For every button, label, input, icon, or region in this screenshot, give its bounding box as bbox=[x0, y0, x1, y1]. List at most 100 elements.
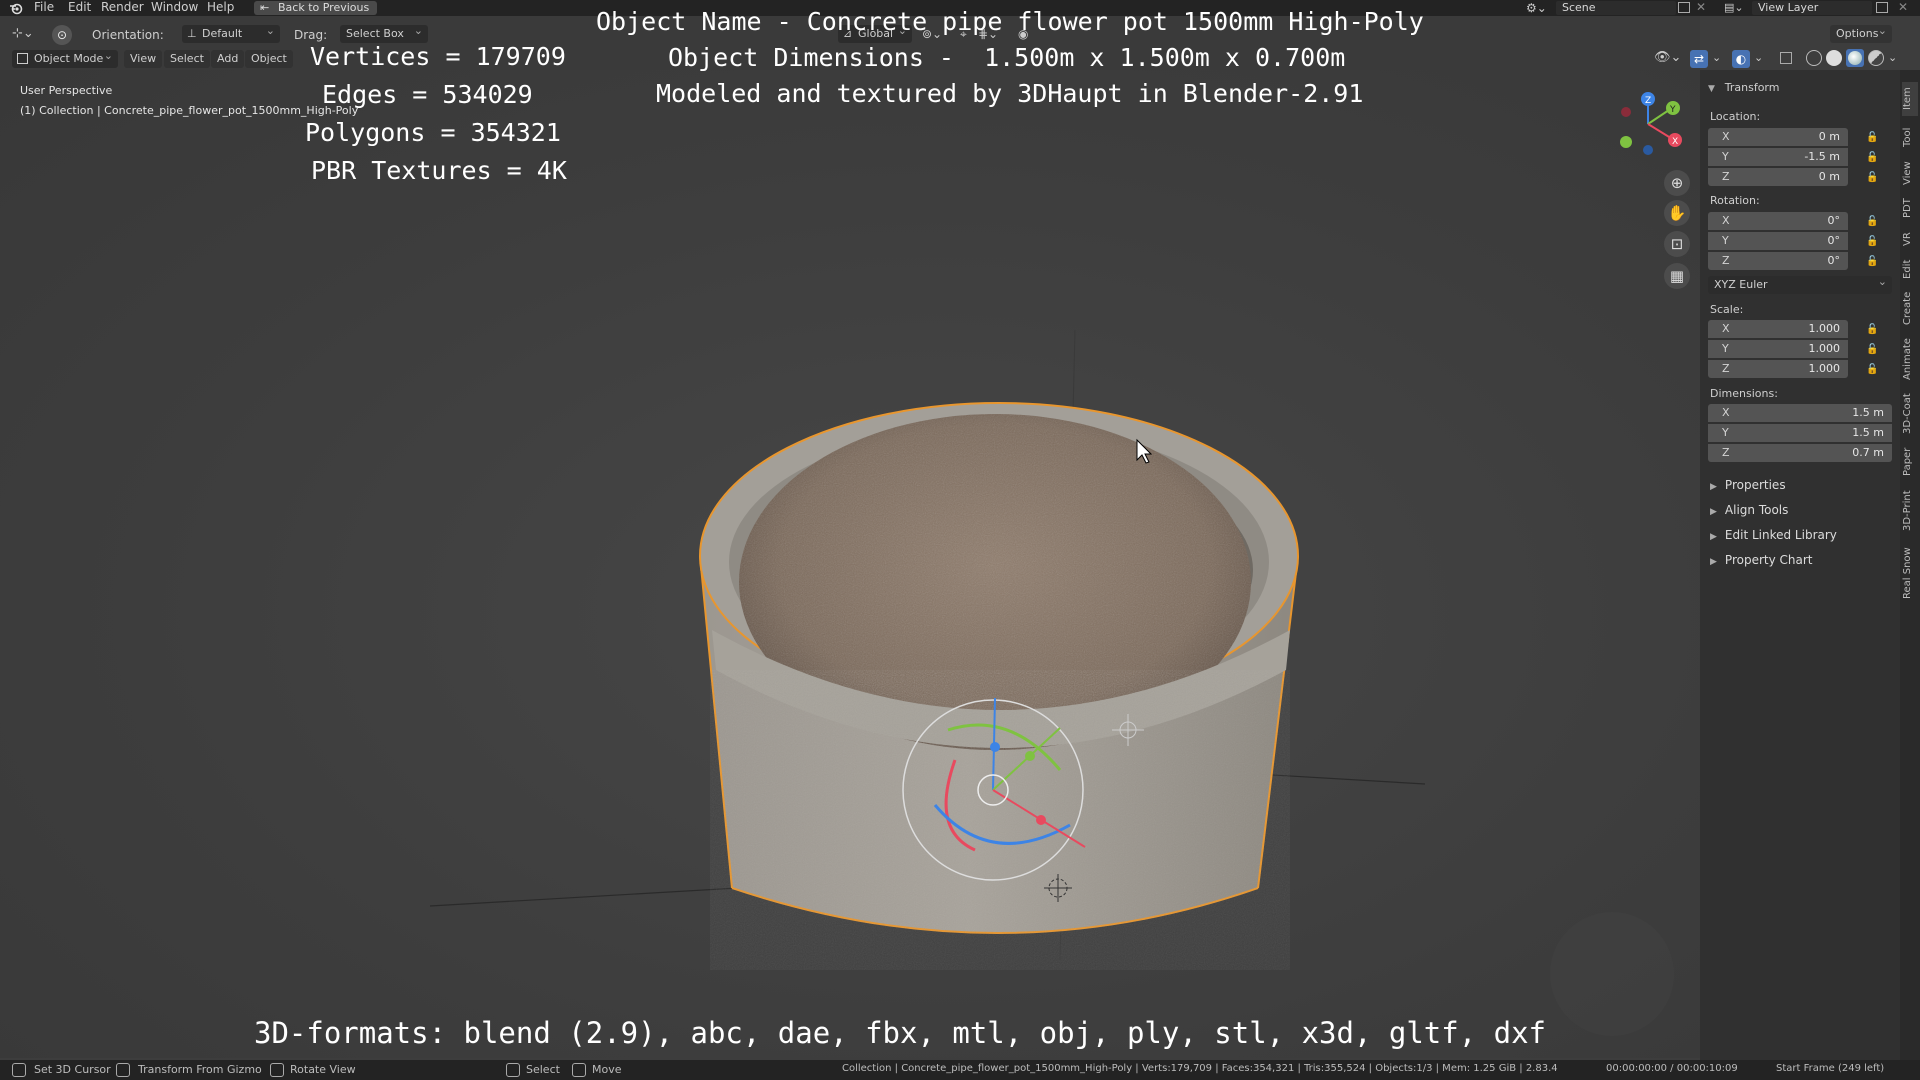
view-layer-close-icon[interactable]: ✕ bbox=[1898, 0, 1908, 14]
location-x-field[interactable]: X 0 m bbox=[1708, 128, 1848, 146]
lock-icon[interactable]: 🔓 bbox=[1866, 325, 1878, 335]
material-shading-icon[interactable] bbox=[1846, 49, 1864, 67]
tab-edit[interactable]: Edit bbox=[1902, 256, 1918, 282]
orientation-icon: ⊥ bbox=[187, 27, 197, 40]
rotation-y-field[interactable]: Y 0° bbox=[1708, 232, 1848, 250]
dimensions-z-field[interactable]: Z 0.7 m bbox=[1708, 444, 1892, 462]
rotation-mode-dropdown[interactable]: XYZ Euler bbox=[1708, 273, 1892, 294]
lock-icon[interactable]: 🔓 bbox=[1866, 153, 1878, 163]
panel-property-chart[interactable]: ▶ Property Chart bbox=[1710, 553, 1813, 567]
menu-render[interactable]: Render bbox=[101, 0, 144, 16]
scene-field[interactable]: Scene bbox=[1556, 1, 1676, 15]
viewport-scene[interactable] bbox=[0, 70, 1700, 1058]
overlay-dropdown-icon[interactable]: ⌄ bbox=[1754, 51, 1763, 64]
pan-hand-icon[interactable]: ✋ bbox=[1664, 200, 1690, 226]
dimensions-x-field[interactable]: X 1.5 m bbox=[1708, 404, 1892, 422]
camera-view-icon[interactable]: ⊡ bbox=[1664, 231, 1690, 257]
tab-pdt[interactable]: PDT bbox=[1902, 194, 1918, 222]
lock-icon[interactable]: 🔓 bbox=[1866, 133, 1878, 143]
rotation-x-value: 0° bbox=[1827, 214, 1841, 227]
panel-edit-linked-library[interactable]: ▶ Edit Linked Library bbox=[1710, 528, 1837, 542]
scale-z-field[interactable]: Z 1.000 bbox=[1708, 360, 1848, 378]
menu-add[interactable]: Add bbox=[211, 50, 245, 68]
rotation-z-field[interactable]: Z 0° bbox=[1708, 252, 1848, 270]
location-z-value: 0 m bbox=[1818, 170, 1840, 183]
menu-help[interactable]: Help bbox=[207, 0, 234, 16]
lock-icon[interactable]: 🔓 bbox=[1866, 237, 1878, 247]
scene-copy-icon[interactable] bbox=[1678, 2, 1690, 13]
tab-animate[interactable]: Animate bbox=[1902, 334, 1918, 384]
sidebar-tab-strip: Item Tool View PDT VR Edit Create Animat… bbox=[1900, 70, 1920, 1060]
view-layer-field[interactable]: View Layer bbox=[1752, 1, 1872, 15]
tab-item[interactable]: Item bbox=[1902, 82, 1918, 116]
lock-icon[interactable]: 🔓 bbox=[1866, 173, 1878, 183]
gizmo-dropdown-icon[interactable]: ⌄ bbox=[1712, 51, 1721, 64]
lock-icon[interactable]: 🔓 bbox=[1866, 365, 1878, 375]
drag-dropdown[interactable]: Select Box bbox=[340, 22, 428, 43]
tab-create[interactable]: Create bbox=[1902, 288, 1918, 328]
back-to-previous-button[interactable]: ⇤ Back to Previous bbox=[254, 1, 378, 15]
lock-icon[interactable]: 🔓 bbox=[1866, 345, 1878, 355]
solid-shading-icon[interactable] bbox=[1826, 50, 1842, 66]
menu-select[interactable]: Select bbox=[164, 50, 210, 68]
view-layer-icon[interactable]: ▤⌄ bbox=[1724, 1, 1744, 14]
tab-view[interactable]: View bbox=[1902, 158, 1918, 188]
menu-view[interactable]: View bbox=[124, 50, 163, 68]
rotation-z-value: 0° bbox=[1827, 254, 1841, 267]
lock-icon[interactable]: 🔓 bbox=[1866, 257, 1878, 267]
panel-properties[interactable]: ▶ Properties bbox=[1710, 478, 1786, 492]
shading-dropdown-icon[interactable]: ⌄ bbox=[1888, 51, 1897, 64]
zoom-icon[interactable]: ⊕ bbox=[1664, 170, 1690, 196]
tab-3d-coat[interactable]: 3D-Coat bbox=[1902, 390, 1918, 438]
active-collection-label: (1) Collection | Concrete_pipe_flower_po… bbox=[20, 104, 359, 117]
back-arrow-icon: ⇤ bbox=[260, 1, 270, 14]
gizmo-x-handle[interactable] bbox=[1036, 815, 1046, 825]
panel-align-tools-label: Align Tools bbox=[1724, 503, 1789, 517]
scene-close-icon[interactable]: ✕ bbox=[1696, 0, 1706, 14]
menu-object[interactable]: Object bbox=[245, 50, 293, 68]
overlay-toggle-icon[interactable]: ◐ bbox=[1732, 50, 1750, 68]
menu-file[interactable]: File bbox=[34, 0, 54, 16]
wireframe-shading-icon[interactable] bbox=[1806, 50, 1822, 66]
scale-y-field[interactable]: Y 1.000 bbox=[1708, 340, 1848, 358]
navigation-axis-gizmo[interactable]: Z Y X bbox=[1612, 88, 1684, 160]
tab-real-snow[interactable]: Real Snow bbox=[1902, 542, 1918, 604]
panel-align-tools[interactable]: ▶ Align Tools bbox=[1710, 503, 1788, 517]
tab-vr[interactable]: VR bbox=[1902, 228, 1918, 250]
gizmo-z-handle[interactable] bbox=[990, 742, 1000, 752]
perspective-toggle-icon[interactable]: ▦ bbox=[1664, 263, 1690, 289]
menu-window[interactable]: Window bbox=[151, 0, 198, 16]
mode-dropdown[interactable]: Object Mode bbox=[12, 47, 118, 68]
view-layer-copy-icon[interactable] bbox=[1876, 2, 1888, 13]
rotation-label: Rotation: bbox=[1710, 194, 1760, 207]
select-tool-icon[interactable]: ⊙ bbox=[52, 25, 72, 45]
visibility-icon[interactable]: 👁⌄ bbox=[1654, 50, 1681, 65]
options-dropdown[interactable]: Options bbox=[1830, 22, 1892, 43]
scale-x-field[interactable]: X 1.000 bbox=[1708, 320, 1848, 338]
rotation-x-field[interactable]: X 0° bbox=[1708, 212, 1848, 230]
expand-triangle-icon: ▼ bbox=[1708, 84, 1715, 94]
pbr-textures-label: PBR Textures = 4K bbox=[311, 156, 567, 185]
orientation-dropdown[interactable]: ⊥ Default bbox=[182, 22, 280, 43]
scene-icon[interactable]: ⚙⌄ bbox=[1526, 1, 1547, 15]
tab-3d-print[interactable]: 3D-Print bbox=[1902, 486, 1918, 536]
frame-info: Start Frame (249 left) bbox=[1776, 1063, 1885, 1074]
options-label: Options bbox=[1836, 27, 1879, 40]
xray-icon[interactable] bbox=[1780, 52, 1792, 64]
tab-paper[interactable]: Paper bbox=[1902, 444, 1918, 480]
tab-tool[interactable]: Tool bbox=[1902, 122, 1918, 152]
editor-type-icon[interactable]: ⊹⌄ bbox=[12, 26, 34, 41]
gizmo-toggle-icon[interactable]: ⇄ bbox=[1690, 50, 1708, 68]
dimensions-y-field[interactable]: Y 1.5 m bbox=[1708, 424, 1892, 442]
gizmo-y-handle[interactable] bbox=[1025, 751, 1035, 761]
lock-icon[interactable]: 🔓 bbox=[1866, 217, 1878, 227]
axis-label: X bbox=[1722, 406, 1730, 419]
location-z-field[interactable]: Z 0 m bbox=[1708, 168, 1848, 186]
location-y-field[interactable]: Y -1.5 m bbox=[1708, 148, 1848, 166]
vertices-count: Vertices = 179709 bbox=[310, 42, 566, 71]
menu-edit[interactable]: Edit bbox=[68, 0, 91, 16]
blender-logo-icon[interactable] bbox=[9, 1, 23, 15]
transform-section-header[interactable]: ▼ Transform bbox=[1708, 80, 1779, 94]
status-hint-rotate: Rotate View bbox=[290, 1063, 356, 1076]
rendered-shading-icon[interactable] bbox=[1868, 50, 1884, 66]
